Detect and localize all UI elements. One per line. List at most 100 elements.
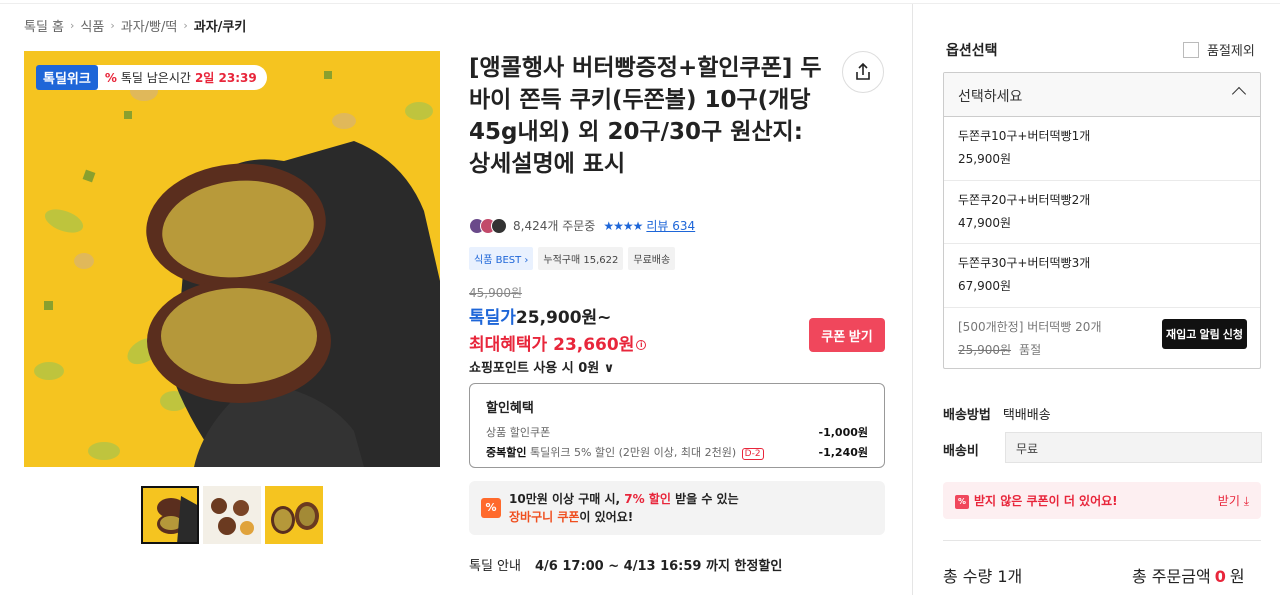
product-title: [앵콜행사 버터빵증정+할인쿠폰] 두바이 쫀득 쿠키(두쫀볼) 10구(개당4… — [469, 55, 822, 177]
rating-row: 8,424개 주문중 ★★★★ 리뷰 634 — [469, 217, 695, 234]
tag-best[interactable]: 식품 BEST › — [469, 247, 534, 270]
product-main-image[interactable]: 톡딜위크 % 톡딜 남은시간 2일 23:39 — [24, 51, 440, 467]
cookie-photo — [24, 51, 440, 467]
promo-text: 10만원 이상 구매 시, — [509, 492, 625, 506]
option-item[interactable]: 두쫀쿠30구+버터떡빵3개 67,900원 — [944, 244, 1260, 308]
percent-icon: % — [104, 70, 117, 85]
option-price: 47,900원 — [958, 215, 1012, 230]
review-link[interactable]: 리뷰 634 — [646, 217, 695, 234]
product-info: [앵콜행사 버터빵증정+할인쿠폰] 두바이 쫀득 쿠키(두쫀볼) 10구(개당4… — [469, 52, 885, 180]
total-amount-label: 총 주문금액 — [1132, 567, 1211, 586]
unclaimed-coupon-banner[interactable]: % 받지 않은 쿠폰이 더 있어요! 받기 ⤓ — [943, 482, 1261, 519]
shipping-fee-label: 배송비 — [943, 444, 979, 459]
order-count: 8,424개 주문중 — [513, 219, 596, 233]
timer-label: 톡딜 남은시간 — [120, 71, 191, 85]
discount-row: 상품 할인쿠폰 -1,000원 — [486, 424, 868, 440]
option-price: 25,900원 — [958, 152, 1012, 166]
divider — [943, 540, 1261, 541]
top-border — [0, 0, 1280, 4]
promo-highlight: 7% 할인 — [624, 492, 671, 506]
points-dropdown[interactable]: 쇼핑포인트 사용 시 0원 ∨ — [469, 357, 614, 376]
percent-icon: % — [955, 494, 969, 509]
option-price: 25,900원 — [958, 342, 1012, 357]
option-name: 두쫀쿠10구+버터떡빵1개 — [958, 129, 1091, 143]
discount-title: 할인혜택 — [486, 401, 534, 416]
chevron-right-icon: › — [110, 19, 115, 32]
discount-bold-label: 중복할인 — [486, 446, 527, 459]
tag-list: 식품 BEST › 누적구매 15,622 무료배송 — [469, 247, 676, 270]
option-item[interactable]: 두쫀쿠10구+버터떡빵1개 25,900원 — [944, 117, 1260, 181]
promo-text: 이 있어요! — [579, 510, 634, 524]
shipping-method-label: 배송방법 — [943, 408, 991, 423]
total-amount: 총 주문금액 0 원 — [1132, 563, 1245, 587]
option-placeholder: 선택하세요 — [958, 89, 1023, 105]
share-icon — [856, 62, 870, 80]
original-price: 45,900원 — [469, 286, 523, 300]
breadcrumb-item[interactable]: 과자/빵/떡 — [121, 16, 178, 35]
checkbox-icon[interactable] — [1183, 41, 1199, 58]
discount-box: 할인혜택 상품 할인쿠폰 -1,000원 중복할인 톡딜위크 5% 할인 (2만… — [469, 383, 885, 468]
exclude-soldout-checkbox[interactable]: 품절제외 — [1183, 40, 1255, 59]
timer-badge: % 톡딜 남은시간 2일 23:39 — [94, 65, 267, 90]
discount-amount: -1,000원 — [818, 426, 868, 439]
deal-price-line: 톡딜가25,900원~ — [469, 303, 611, 328]
restock-alert-button[interactable]: 재입고 알림 신청 — [1162, 318, 1247, 349]
option-price: 67,900원 — [958, 279, 1012, 293]
shipping-method-value: 택배배송 — [1002, 408, 1051, 423]
max-benefit-price: 최대혜택가 23,660원 i — [469, 330, 647, 355]
coupon-button[interactable]: 쿠폰 받기 — [809, 318, 885, 352]
get-coupon-link[interactable]: 받기 ⤓ — [1218, 492, 1249, 509]
star-rating-icon: ★★★★ — [603, 218, 643, 233]
option-name: 두쫀쿠20구+버터떡빵2개 — [958, 192, 1091, 207]
deal-label: 톡딜가 — [469, 308, 516, 328]
chevron-right-icon: › — [70, 19, 75, 32]
discount-amount: -1,240원 — [818, 446, 868, 459]
deal-price: 25,900원~ — [515, 308, 612, 328]
total-amount-value: 0 — [1214, 567, 1226, 586]
shipping-fee-value: 무료 — [1005, 432, 1262, 463]
brand-badge: 톡딜위크 — [36, 65, 98, 90]
option-select: 선택하세요 두쫀쿠10구+버터떡빵1개 25,900원 두쫀쿠20구+버터떡빵2… — [943, 72, 1261, 369]
panel-divider — [912, 4, 913, 595]
tag-free-shipping: 무료배송 — [628, 247, 676, 270]
percent-icon: % — [481, 498, 501, 518]
tag-cumulative: 누적구매 15,622 — [538, 247, 624, 270]
deal-info: 톡딜 안내 4/6 17:00 ~ 4/13 16:59 까지 한정할인 — [469, 555, 782, 574]
timer-value: 2일 23:39 — [194, 71, 257, 85]
discount-row: 중복할인 톡딜위크 5% 할인 (2만원 이상, 최대 2천원) D-2 -1,… — [486, 444, 868, 460]
option-name: 두쫀쿠30구+버터떡빵3개 — [958, 256, 1091, 270]
deal-info-value: 4/6 17:00 ~ 4/13 16:59 까지 한정할인 — [534, 559, 783, 574]
share-button[interactable] — [842, 51, 884, 93]
total-quantity: 총 수량 1개 — [943, 567, 1023, 586]
max-benefit-text: 최대혜택가 23,660원 — [469, 335, 635, 355]
chevron-up-icon — [1231, 86, 1247, 102]
discount-label: 톡딜위크 5% 할인 (2만원 이상, 최대 2천원) — [529, 446, 737, 459]
option-item[interactable]: 두쫀쿠20구+버터떡빵2개 47,900원 — [944, 181, 1260, 244]
discount-label: 상품 할인쿠폰 — [486, 426, 551, 439]
soldout-status: 품절 — [1019, 342, 1042, 357]
breadcrumb: 톡딜 홈 › 식품 › 과자/빵/떡 › 과자/쿠키 — [24, 16, 246, 35]
breadcrumb-item[interactable]: 톡딜 홈 — [24, 16, 64, 35]
deal-badge: 톡딜위크 % 톡딜 남은시간 2일 23:39 — [36, 65, 267, 90]
unclaimed-text: 받지 않은 쿠폰이 더 있어요! — [974, 494, 1118, 508]
chevron-right-icon: › — [183, 19, 188, 32]
buyer-avatars — [469, 217, 507, 234]
promo-highlight: 장바구니 쿠폰 — [509, 510, 580, 524]
dday-badge: D-2 — [741, 448, 764, 460]
info-icon[interactable]: i — [636, 340, 647, 350]
breadcrumb-item-current[interactable]: 과자/쿠키 — [194, 16, 247, 35]
option-select-header[interactable]: 선택하세요 — [944, 73, 1260, 117]
total-amount-unit: 원 — [1229, 567, 1245, 586]
exclude-soldout-label: 품절제외 — [1207, 44, 1255, 59]
thumbnail-list — [141, 486, 323, 544]
breadcrumb-item[interactable]: 식품 — [80, 16, 104, 35]
option-item-soldout: [500개한정] 버터떡빵 20개 25,900원 품절 재입고 알림 신청 — [944, 308, 1260, 369]
option-title: 옵션선택 — [946, 43, 998, 59]
cart-coupon-promo[interactable]: % 10만원 이상 구매 시, 7% 할인 받을 수 있는 장바구니 쿠폰이 있… — [469, 481, 885, 535]
shipping-method: 배송방법 택배배송 — [943, 404, 1051, 423]
promo-text: 받을 수 있는 — [670, 492, 739, 506]
thumbnail-3[interactable] — [265, 486, 323, 544]
thumbnail-1[interactable] — [141, 486, 199, 544]
deal-info-label: 톡딜 안내 — [469, 559, 521, 574]
thumbnail-2[interactable] — [203, 486, 261, 544]
